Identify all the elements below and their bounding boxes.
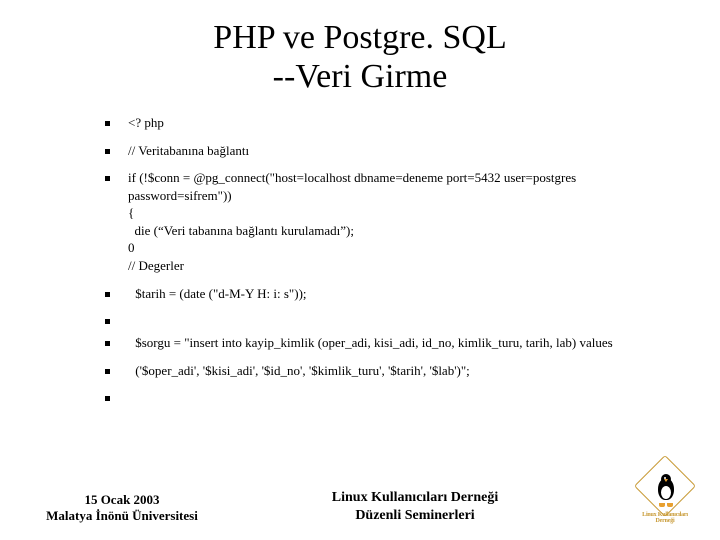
footer-date: 15 Ocak 2003 xyxy=(84,492,159,507)
bullet-icon xyxy=(105,176,110,181)
bullet-icon xyxy=(105,292,110,297)
bullet-item: <? php xyxy=(105,114,680,132)
title-line-2: --Veri Girme xyxy=(273,58,448,95)
footer-center: Linux Kullanıcıları Derneği Düzenli Semi… xyxy=(220,489,610,524)
slide-title: PHP ve Postgre. SQL --Veri Girme xyxy=(0,0,720,96)
bullet-text: if (!$conn = @pg_connect("host=localhost… xyxy=(128,169,680,274)
bullet-icon xyxy=(105,369,110,374)
tux-icon xyxy=(655,474,677,504)
bullet-icon xyxy=(105,341,110,346)
bullet-icon xyxy=(105,149,110,154)
logo-text: Linux Kullanıcıları Derneği xyxy=(633,512,697,524)
bullet-item: // Veritabanına bağlantı xyxy=(105,142,680,160)
bullet-item: $sorgu = "insert into kayip_kimlik (oper… xyxy=(105,334,680,352)
footer-org: Linux Kullanıcıları Derneği xyxy=(332,490,498,505)
bullet-text: $tarih = (date ("d-M-Y H: i: s")); xyxy=(128,285,680,303)
bullet-icon xyxy=(105,319,110,324)
bullet-text: ('$oper_adi', '$kisi_adi', '$id_no', '$k… xyxy=(128,362,680,380)
title-line-1: PHP ve Postgre. SQL xyxy=(213,19,506,56)
bullet-item xyxy=(105,312,680,324)
footer-series: Düzenli Seminerleri xyxy=(355,508,474,523)
footer-right: Linux Kullanıcıları Derneği xyxy=(610,464,720,524)
bullet-icon xyxy=(105,396,110,401)
bullet-text: // Veritabanına bağlantı xyxy=(128,142,680,160)
bullet-text: <? php xyxy=(128,114,680,132)
bullet-text: $sorgu = "insert into kayip_kimlik (oper… xyxy=(128,334,680,352)
bullet-item xyxy=(105,389,680,401)
footer-left: 15 Ocak 2003 Malatya İnönü Üniversitesi xyxy=(0,492,220,525)
bullet-item: $tarih = (date ("d-M-Y H: i: s")); xyxy=(105,285,680,303)
footer-location: Malatya İnönü Üniversitesi xyxy=(46,508,198,523)
bullet-item: if (!$conn = @pg_connect("host=localhost… xyxy=(105,169,680,274)
slide-content: <? php // Veritabanına bağlantı if (!$co… xyxy=(105,114,680,401)
slide-footer: 15 Ocak 2003 Malatya İnönü Üniversitesi … xyxy=(0,464,720,524)
bullet-icon xyxy=(105,121,110,126)
bullet-item: ('$oper_adi', '$kisi_adi', '$id_no', '$k… xyxy=(105,362,680,380)
lkd-logo: Linux Kullanıcıları Derneği xyxy=(633,464,697,524)
